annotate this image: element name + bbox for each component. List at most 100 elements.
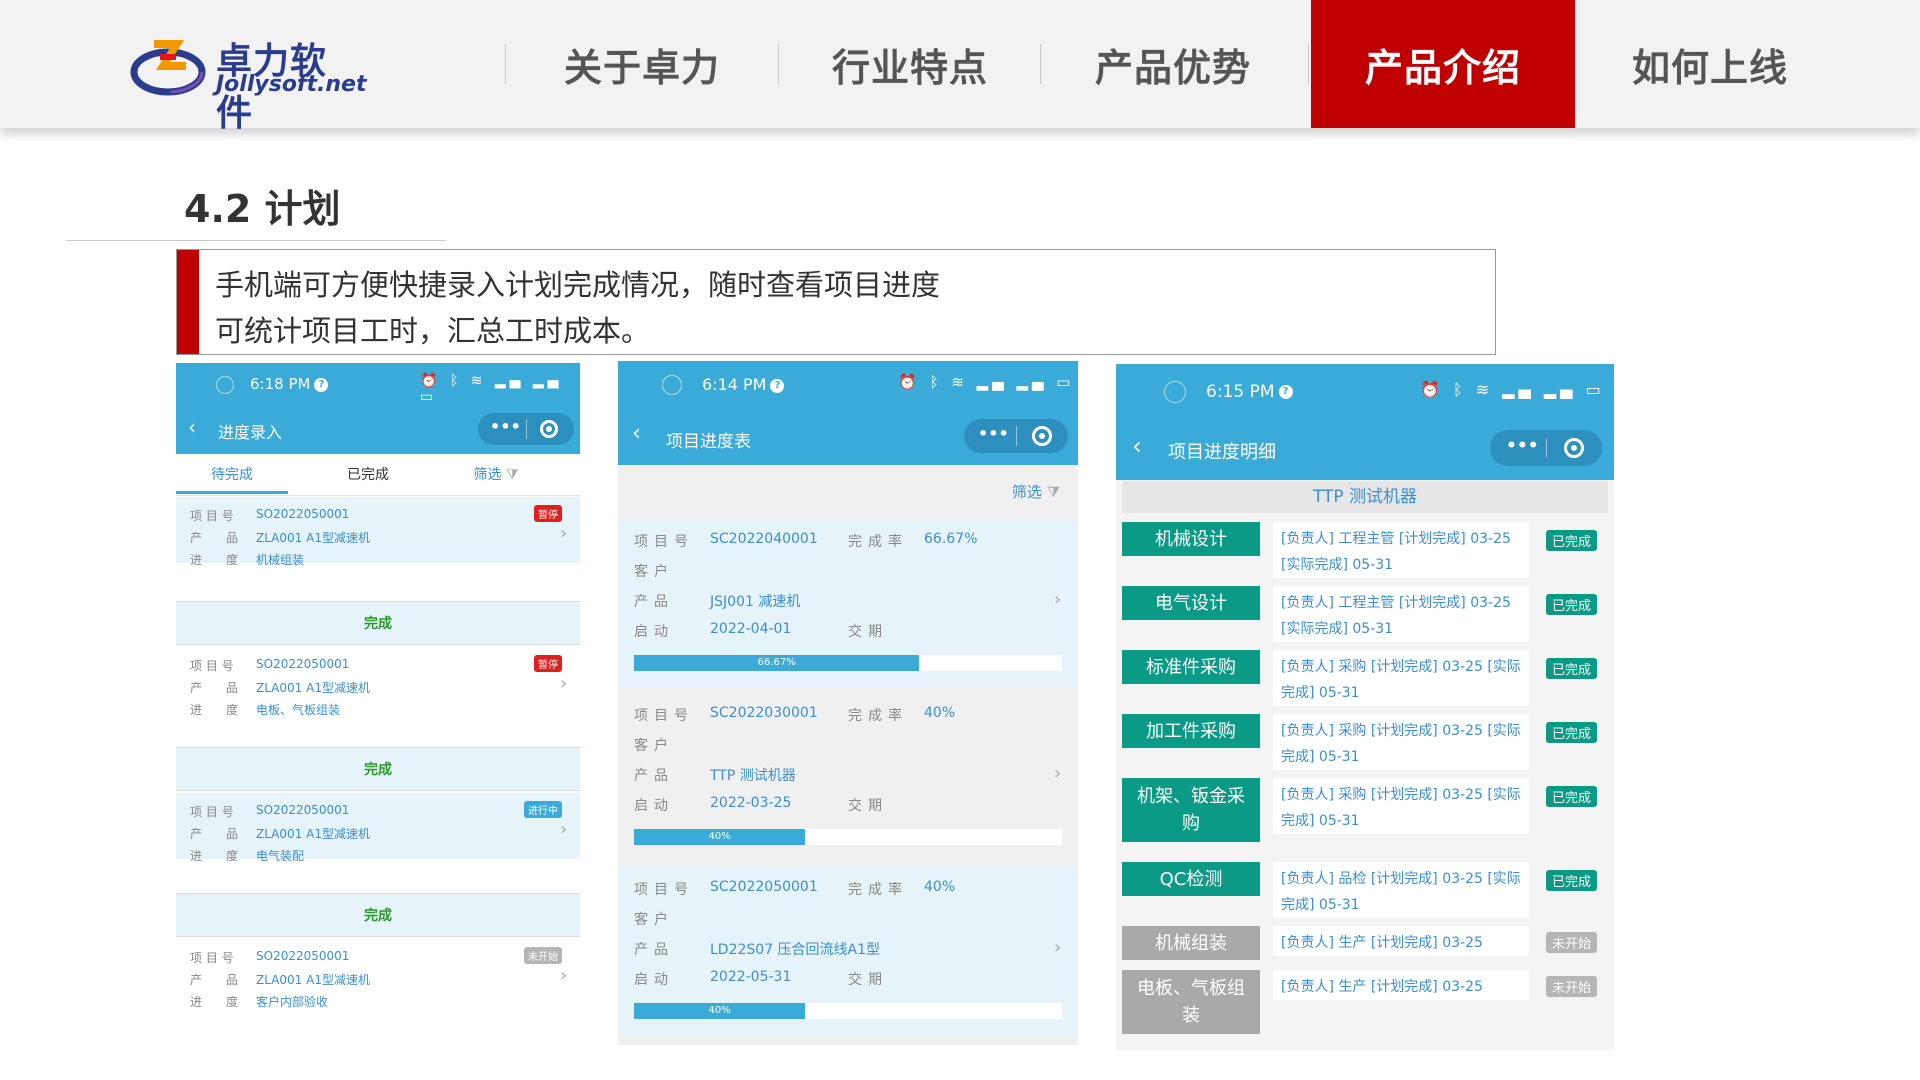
project-no-label: 项 目 号 [190, 659, 234, 673]
project-card[interactable]: 项目号 SC2022050001 完成率 40% 客户 产品 LD22S07 压… [618, 867, 1078, 1035]
filter-button[interactable]: 筛选 ⧩ [456, 454, 536, 494]
start-value: 2022-04-01 [710, 621, 792, 637]
machine-title: TTP 测试机器 [1122, 481, 1608, 513]
back-arrow-icon[interactable]: ‹ [188, 415, 196, 439]
product-label: 产 品 [190, 973, 239, 987]
close-miniprogram-icon[interactable] [1564, 438, 1584, 458]
project-no-value: SC2022050001 [710, 879, 818, 895]
project-no-label: 项 目 号 [190, 951, 234, 965]
nav-item-about[interactable]: 关于卓力 [512, 0, 772, 128]
nav-divider [778, 44, 779, 84]
filter-row: 筛选 ⧩ [618, 465, 1078, 517]
project-no-value: SO2022050001 [256, 507, 350, 521]
stage-name: 机械设计 [1122, 522, 1260, 556]
progress-fill: 40% [634, 1003, 806, 1019]
nav-item-go-live[interactable]: 如何上线 [1580, 0, 1840, 128]
chevron-right-icon: › [560, 819, 568, 840]
phone-screen-progress-detail: 6:15 PM? ⏰ ᛒ ≋ ▂▄ ▂▄ ▭ ‹ 项目进度明细 ••• TTP … [1116, 364, 1614, 1050]
complete-button[interactable]: 完成 [176, 893, 580, 937]
stage-detail: [负责人] 生产 [计划完成] 03-25 [1273, 970, 1529, 1000]
product-value: TTP 测试机器 [710, 768, 796, 784]
progress-bar: 40% [634, 829, 1062, 845]
stage-name: 标准件采购 [1122, 650, 1260, 684]
project-no-label: 项目号 [634, 882, 694, 898]
description-line-2: 可统计项目工时，汇总工时成本。 [215, 314, 651, 348]
capsule-divider [526, 419, 527, 439]
customer-label: 客户 [634, 738, 674, 754]
filter-button[interactable]: 筛选 ⧩ [1012, 481, 1060, 502]
list-item[interactable]: 项 目 号 SO2022050001 产 品 ZLA001 A1型减速机 进 度… [176, 793, 580, 863]
stage-row[interactable]: 机架、钣金采购 [负责人] 采购 [计划完成] 03-25 [实际完成] 05-… [1122, 778, 1608, 844]
status-badge: 未开始 [1546, 976, 1598, 997]
tab-completed[interactable]: 已完成 [312, 454, 424, 494]
product-value: ZLA001 A1型减速机 [256, 973, 370, 987]
back-arrow-icon[interactable]: ‹ [1132, 432, 1142, 460]
status-time: 6:15 PM? [1206, 382, 1293, 402]
status-badge: 暂停 [534, 505, 562, 522]
product-value: JSJ001 减速机 [710, 594, 801, 610]
completion-rate-value: 66.67% [924, 531, 978, 547]
stage-row[interactable]: 机械设计 [负责人] 工程主管 [计划完成] 03-25 [实际完成] 05-3… [1122, 522, 1608, 580]
complete-button[interactable]: 完成 [176, 747, 580, 791]
capsule-divider [1546, 438, 1547, 458]
project-no-label: 项 目 号 [190, 805, 234, 819]
stage-row[interactable]: 电板、气板组装 [负责人] 生产 [计划完成] 03-25 未开始 [1122, 970, 1608, 1040]
progress-value: 电气装配 [256, 849, 305, 863]
product-label: 产品 [634, 768, 674, 784]
logo-english-text: Jollysoft.net [216, 72, 367, 97]
complete-button[interactable]: 完成 [176, 601, 580, 645]
list-item[interactable]: 项 目 号 SO2022050001 产 品 ZLA001 A1型减速机 进 度… [176, 939, 580, 1009]
project-card[interactable]: 项目号 SC2022030001 完成率 40% 客户 产品 TTP 测试机器 … [618, 693, 1078, 861]
close-miniprogram-icon[interactable] [540, 420, 558, 438]
project-card[interactable]: 项目号 SC2022040001 完成率 66.67% 客户 产品 JSJ001… [618, 519, 1078, 687]
description-line-1: 手机端可方便快捷录入计划完成情况，随时查看项目进度 [215, 268, 941, 302]
status-bar: 6:14 PM? ⏰ ᛒ ≋ ▂▄ ▂▄ ▭ [618, 361, 1078, 409]
completion-rate-value: 40% [924, 879, 956, 895]
stage-row[interactable]: 机械组装 [负责人] 生产 [计划完成] 03-25 未开始 [1122, 926, 1608, 962]
status-badge: 已完成 [1546, 722, 1598, 743]
tab-pending[interactable]: 待完成 [176, 454, 288, 494]
status-badge: 未开始 [524, 947, 562, 964]
start-label: 启动 [634, 798, 674, 814]
nav-item-advantages[interactable]: 产品优势 [1045, 0, 1301, 128]
status-badge: 已完成 [1546, 658, 1598, 679]
filter-label: 筛选 [473, 467, 502, 483]
jollysoft-logo-icon [130, 40, 206, 96]
stage-detail: [负责人] 品检 [计划完成] 03-25 [实际完成] 05-31 [1273, 862, 1529, 918]
start-label: 启动 [634, 972, 674, 988]
product-label: 产 品 [190, 681, 239, 695]
product-value: ZLA001 A1型减速机 [256, 681, 370, 695]
status-badge: 已完成 [1546, 786, 1598, 807]
more-icon[interactable]: ••• [490, 417, 521, 436]
stage-detail: [负责人] 生产 [计划完成] 03-25 [1273, 926, 1529, 956]
back-arrow-icon[interactable]: ‹ [632, 421, 641, 446]
status-bar: 6:15 PM? ⏰ ᛒ ≋ ▂▄ ▂▄ ▭ [1116, 364, 1614, 418]
nav-item-product-intro[interactable]: 产品介绍 [1311, 0, 1575, 128]
more-icon[interactable]: ••• [978, 424, 1009, 443]
list-item[interactable]: 项 目 号 SO2022050001 产 品 ZLA001 A1型减速机 进 度… [176, 647, 580, 717]
progress-label: 进 度 [190, 553, 239, 567]
miniprogram-capsule: ••• [1490, 430, 1602, 466]
stage-row[interactable]: QC检测 [负责人] 品检 [计划完成] 03-25 [实际完成] 05-31 … [1122, 862, 1608, 920]
jollysoft-logo[interactable]: 卓力软件 Jollysoft.net [130, 30, 366, 134]
list-item[interactable]: 项 目 号 SO2022050001 产 品 ZLA001 A1型减速机 进 度… [176, 497, 580, 567]
stage-row[interactable]: 加工件采购 [负责人] 采购 [计划完成] 03-25 [实际完成] 05-31… [1122, 714, 1608, 772]
stage-row[interactable]: 电气设计 [负责人] 工程主管 [计划完成] 03-25 [实际完成] 05-3… [1122, 586, 1608, 644]
progress-bar: 66.67% [634, 655, 1062, 671]
nav-item-industry[interactable]: 行业特点 [782, 0, 1038, 128]
status-bar: 6:18 PM? ⏰ ᛒ ≋ ▂▄ ▂▄ ▭ [176, 363, 580, 405]
project-no-label: 项 目 号 [190, 509, 234, 523]
miniprogram-capsule: ••• [478, 413, 574, 445]
stage-row[interactable]: 标准件采购 [负责人] 采购 [计划完成] 03-25 [实际完成] 05-31… [1122, 650, 1608, 708]
more-icon[interactable]: ••• [1506, 436, 1539, 456]
status-tabs: 待完成 已完成 筛选 ⧩ [176, 454, 580, 496]
chevron-right-icon: › [1054, 589, 1062, 610]
completion-rate-label: 完成率 [848, 708, 908, 724]
progress-label: 进 度 [190, 995, 239, 1009]
chevron-right-icon: › [1054, 937, 1062, 958]
stage-name: 电板、气板组装 [1122, 970, 1260, 1034]
status-time-text: 6:15 PM [1206, 382, 1275, 402]
chevron-right-icon: › [560, 523, 568, 544]
close-miniprogram-icon[interactable] [1032, 426, 1052, 446]
progress-value: 客户内部验收 [256, 995, 329, 1009]
